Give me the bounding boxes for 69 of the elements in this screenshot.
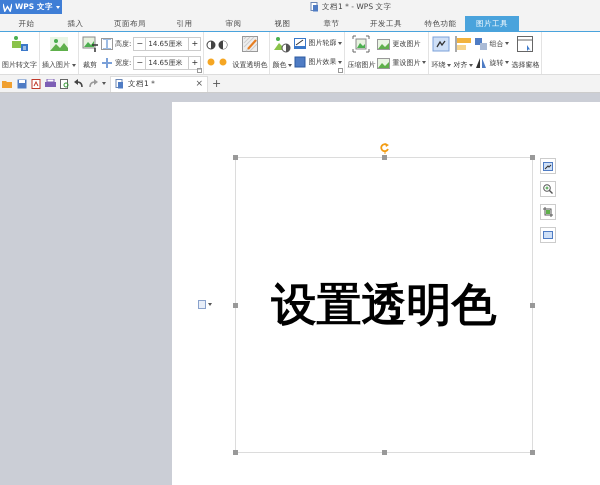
caret-icon <box>505 61 510 64</box>
brightness-icon[interactable] <box>206 56 216 66</box>
preview-icon[interactable] <box>60 78 70 88</box>
w-logo-icon <box>3 2 12 12</box>
pdf-icon[interactable] <box>31 78 41 88</box>
rotate-icon <box>475 56 488 68</box>
text-wrap-icon <box>432 35 450 53</box>
print-icon[interactable] <box>45 78 56 88</box>
resize-handle[interactable] <box>233 303 238 308</box>
zoom-in-icon <box>543 184 553 194</box>
transparent-color-icon <box>240 35 259 53</box>
caret-icon[interactable] <box>102 82 106 85</box>
align-icon <box>454 35 472 53</box>
decrease-button[interactable]: − <box>134 39 146 48</box>
compress-image-icon <box>352 35 370 53</box>
caret-icon <box>447 64 452 66</box>
image-color-icon <box>273 35 292 53</box>
layout-button[interactable] <box>198 300 212 309</box>
image-icon <box>49 35 69 53</box>
contrast-icon[interactable] <box>218 40 228 50</box>
resize-handle[interactable] <box>530 450 535 455</box>
height-icon <box>101 38 113 50</box>
page-icon <box>198 300 206 309</box>
dialog-launcher-icon[interactable] <box>197 68 202 73</box>
crop-icon <box>81 35 99 53</box>
width-icon <box>101 56 113 68</box>
caret-icon <box>208 303 212 306</box>
picture-text: 设置透明色 <box>272 277 496 333</box>
resize-handle[interactable] <box>530 155 535 160</box>
image-text-icon <box>10 35 30 53</box>
close-button[interactable]: × <box>195 79 203 89</box>
brightness-icon[interactable] <box>218 56 228 66</box>
resize-handle[interactable] <box>233 450 238 455</box>
resize-handle[interactable] <box>382 450 387 455</box>
picture-tool-button[interactable] <box>540 204 556 220</box>
picture-tool-button[interactable] <box>540 158 556 174</box>
save-icon[interactable] <box>17 78 27 88</box>
image-icon <box>377 56 390 68</box>
resize-handle[interactable] <box>382 155 387 160</box>
undo-icon[interactable] <box>74 78 84 88</box>
document-icon <box>115 79 124 89</box>
crop-icon <box>543 207 553 217</box>
resize-handle[interactable] <box>530 303 535 308</box>
redo-icon[interactable] <box>88 78 98 88</box>
decrease-button[interactable]: − <box>134 58 146 67</box>
selection-pane-icon <box>516 35 534 53</box>
image-icon <box>543 162 553 170</box>
increase-button[interactable]: + <box>189 39 200 48</box>
increase-button[interactable]: + <box>189 58 200 67</box>
caret-icon <box>72 64 76 66</box>
caret-icon <box>469 64 474 66</box>
resize-handle[interactable] <box>233 155 238 160</box>
border-icon <box>543 231 553 239</box>
rotate-handle-icon[interactable] <box>380 143 390 154</box>
picture-tool-button[interactable] <box>540 227 556 243</box>
dialog-launcher-icon[interactable] <box>338 68 344 73</box>
caret-icon <box>338 42 342 45</box>
folder-icon[interactable] <box>2 78 13 88</box>
caret-icon <box>422 61 426 64</box>
image-icon <box>377 38 390 50</box>
outline-icon <box>294 38 306 49</box>
effect-icon <box>294 56 306 68</box>
contrast-icon[interactable] <box>206 40 216 50</box>
new-tab-button[interactable]: + <box>212 77 222 90</box>
caret-icon <box>338 60 342 64</box>
group-icon <box>475 38 488 50</box>
caret-icon <box>505 42 510 45</box>
caret-icon <box>56 6 60 8</box>
picture-tool-button[interactable] <box>540 181 556 197</box>
